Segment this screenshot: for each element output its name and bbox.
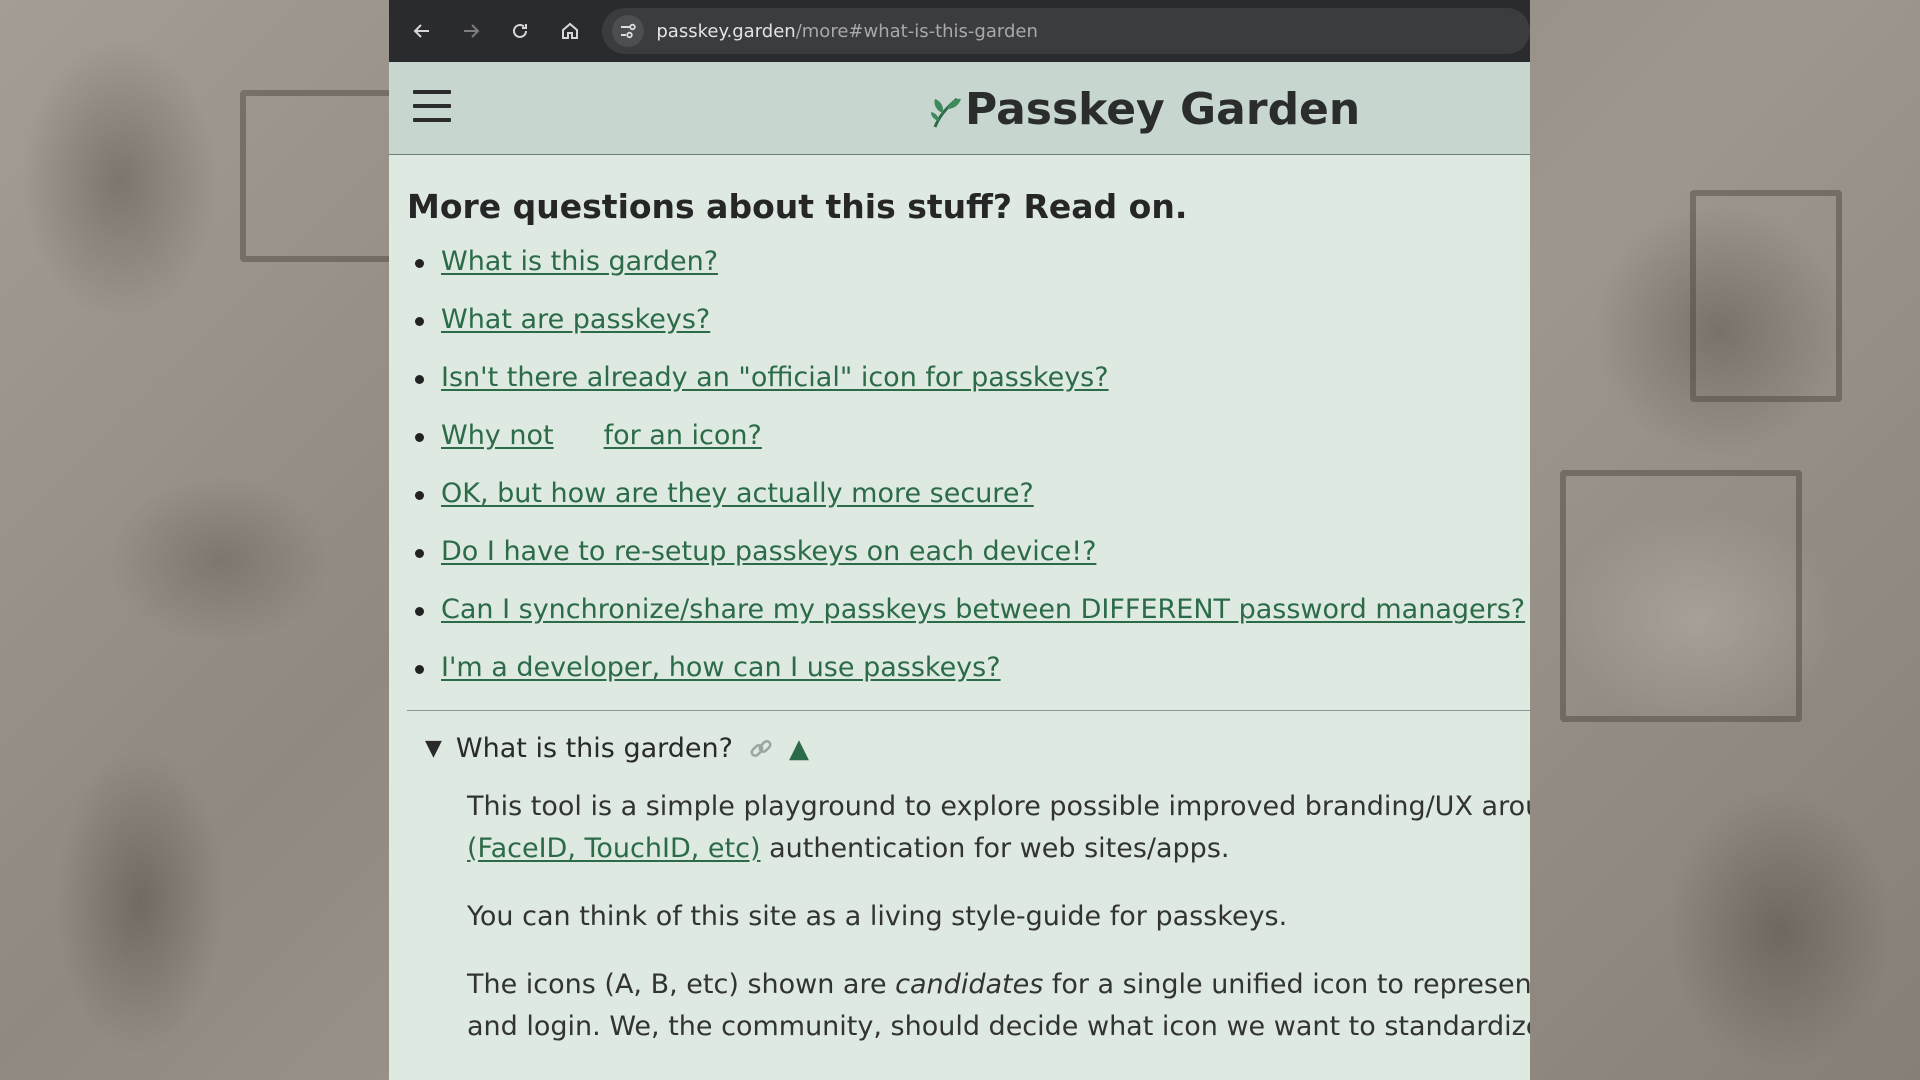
menu-button[interactable] [413,90,451,124]
faq-paragraph: This tool is a simple playground to expl… [467,786,1530,870]
toc-link-official-icon[interactable]: Isn't there already an "official" icon f… [441,362,1109,393]
faq-paragraph: The icons (A, B, etc) shown are candidat… [467,964,1530,1048]
main-content: More questions about this stuff? Read on… [389,187,1530,1048]
decorative-frame [1560,470,1802,722]
forward-icon [464,24,480,38]
faq-emphasis: candidates [895,969,1044,1000]
home-button[interactable] [545,6,594,56]
site-title: Passkey Garden [965,84,1361,135]
page-heading: More questions about this stuff? Read on… [407,187,1188,226]
decorative-frame [1690,190,1842,402]
forward-button[interactable] [446,6,495,56]
back-button[interactable] [397,6,446,56]
faq-table-of-contents: What is this garden? What are passkeys? … [407,246,1530,683]
site-brand[interactable]: Passkey Garden [929,84,1360,135]
permalink-icon[interactable] [747,735,775,763]
toc-link-developer[interactable]: I'm a developer, how can I use passkeys? [441,652,1001,683]
browser-window: passkey.garden/more#what-is-this-garden … [389,0,1530,1080]
faq-text: authentication for web sites/apps. [760,833,1230,864]
toc-why-not-suffix: for an icon? [603,420,762,451]
section-divider [407,710,1530,711]
toc-link-why-not-icon[interactable]: Why not for an icon? [441,420,762,451]
faq-text: and login. We, the community, should dec… [467,1011,1530,1042]
url-text: passkey.garden/more#what-is-this-garden [656,21,1037,42]
site-info-icon [621,23,637,39]
hamburger-icon-bar [413,118,451,122]
faq-text: for a single unified icon to represent [1043,969,1530,1000]
list-item: I'm a developer, how can I use passkeys? [415,652,1530,683]
list-item: Can I synchronize/share my passkeys betw… [415,594,1530,625]
faq-text: This tool is a simple playground to expl… [467,791,1530,822]
toc-link-more-secure[interactable]: OK, but how are they actually more secur… [441,478,1034,509]
list-item: What are passkeys? [415,304,1530,335]
list-item: Why not for an icon? [415,420,1530,451]
faq-summary-toggle[interactable]: ▼ What is this garden? ▲ [425,733,1530,764]
decorative-frame [240,90,402,262]
home-icon [561,22,578,39]
biometric-link-cont[interactable]: (FaceID, TouchID, etc) [467,833,761,864]
toc-link-re-setup[interactable]: Do I have to re-setup passkeys on each d… [441,536,1096,567]
reload-icon [513,23,528,38]
hamburger-icon [413,90,451,94]
back-icon [413,24,429,38]
toc-link-synchronize[interactable]: Can I synchronize/share my passkeys betw… [441,594,1525,625]
reload-button[interactable] [496,6,545,56]
toc-link-what-is-garden[interactable]: What is this garden? [441,246,718,277]
url-path: /more#what-is-this-garden [795,20,1038,42]
faq-text: The icons (A, B, etc) shown are [467,969,896,1000]
site-header: Passkey Garden [389,62,1530,155]
faq-paragraph: You can think of this site as a living s… [467,901,1288,932]
list-item: Do I have to re-setup passkeys on each d… [415,536,1530,567]
expanded-triangle-icon[interactable]: ▼ [425,736,442,761]
hamburger-icon-bar [413,104,451,108]
browser-toolbar: passkey.garden/more#what-is-this-garden [389,0,1530,62]
leaf-icon [931,97,961,128]
address-bar[interactable]: passkey.garden/more#what-is-this-garden [602,8,1530,54]
list-item: What is this garden? [415,246,1530,277]
faq-answer: This tool is a simple playground to expl… [407,786,1530,1048]
url-host: passkey.garden [656,20,796,42]
faq-question: What is this garden? [455,733,733,764]
list-item: OK, but how are they actually more secur… [415,478,1530,509]
site-info-button[interactable] [612,15,645,47]
list-item: Isn't there already an "official" icon f… [415,362,1530,393]
back-to-top-icon[interactable]: ▲ [789,734,809,764]
toc-why-not-prefix: Why not [441,420,554,451]
toc-link-what-are-passkeys[interactable]: What are passkeys? [441,304,710,335]
